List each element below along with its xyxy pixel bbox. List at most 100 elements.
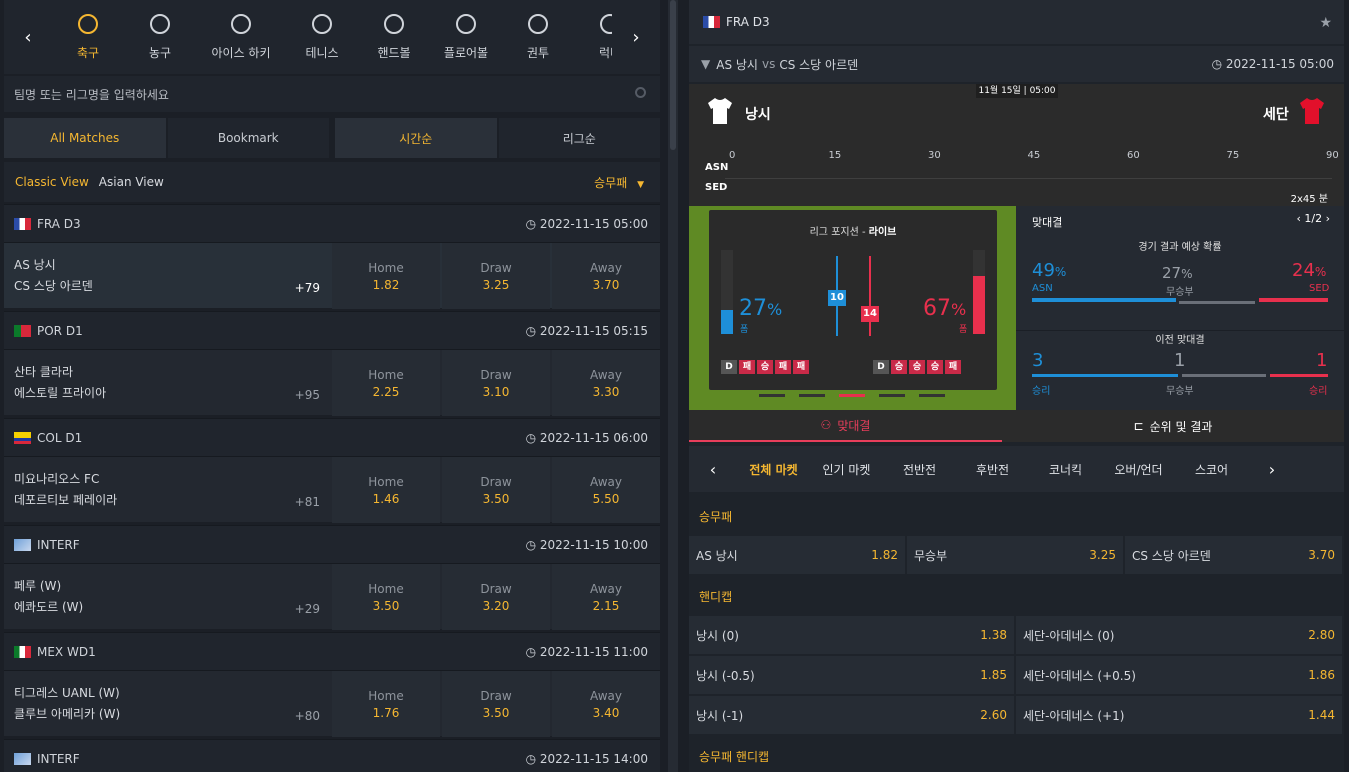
wdl-odd[interactable]: AS 낭시 1.82 [689, 536, 905, 574]
match-row[interactable]: AS 낭시 CS 스당 아르덴 +79 Home 1.82 Draw 3.25 Away 3.7… [4, 242, 660, 309]
sport-0[interactable]: 축구 [52, 0, 124, 74]
home-jersey-icon [708, 98, 732, 124]
market-tab-5[interactable]: 오버/언더 [1102, 461, 1175, 478]
search-input[interactable]: 팀명 또는 리그명을 입력하세요 [4, 76, 660, 112]
odd-draw[interactable]: Draw 3.50 [442, 671, 550, 737]
match-row[interactable]: 티그레스 UANL (W) 클루브 아메리카 (W) +80 Home 1.76 Draw… [4, 670, 660, 737]
market-tab-2[interactable]: 전반전 [883, 461, 956, 478]
sport-items: 축구 농구 아이스 하키 테니스 핸드볼 플로어볼 권투 럭비 [52, 0, 612, 74]
league-header: INTERF ◷ 2022-11-15 14:00 [4, 739, 660, 772]
pager-next-icon[interactable]: › [1322, 212, 1330, 225]
tab-standings[interactable]: ⊏ 순위 및 결과 [1002, 410, 1344, 442]
page-dot-active[interactable] [839, 394, 865, 397]
wdl-odd[interactable]: CS 스당 아르덴 3.70 [1125, 536, 1342, 574]
odd-value: 3.25 [482, 277, 510, 292]
prob-draw-sign: % [1181, 267, 1193, 281]
more-markets[interactable]: +95 [295, 388, 320, 402]
market-prev-button[interactable]: ‹ [689, 460, 737, 479]
more-markets[interactable]: +29 [295, 602, 320, 616]
match-teams[interactable]: 페루 (W) 에콰도르 (W) [4, 564, 330, 630]
odd-label: Home [368, 367, 404, 382]
league-time-text: 2022-11-15 06:00 [539, 430, 648, 445]
page-dot[interactable] [879, 394, 905, 397]
odd-home[interactable]: Home 1.82 [332, 243, 440, 309]
sport-4[interactable]: 핸드볼 [358, 0, 430, 74]
sport-1[interactable]: 농구 [124, 0, 196, 74]
odd-draw[interactable]: Draw 3.20 [442, 564, 550, 630]
away-rank-gauge [869, 256, 871, 336]
market-tab-1[interactable]: 인기 마켓 [810, 461, 883, 478]
wdl-odd[interactable]: 무승부 3.25 [907, 536, 1123, 574]
classic-view-toggle[interactable]: Classic View [15, 175, 89, 189]
match-teams[interactable]: 티그레스 UANL (W) 클루브 아메리카 (W) [4, 671, 330, 737]
more-markets[interactable]: +79 [295, 281, 320, 295]
away-rank: 14 [861, 306, 879, 322]
page-dot[interactable] [799, 394, 825, 397]
match-row[interactable]: 산타 클라라 에스토릴 프라이아 +95 Home 2.25 Draw 3.10 Away 3.… [4, 349, 660, 416]
scrollbar-thumb[interactable] [670, 0, 676, 150]
tab-sort-time[interactable]: 시간순 [335, 118, 497, 158]
handicap-odd[interactable]: 낭시 (-0.5) 1.85 [689, 656, 1014, 694]
odd-away[interactable]: Away 5.50 [552, 457, 660, 523]
market-tab-4[interactable]: 코너킥 [1029, 461, 1102, 478]
odd-value: 1.76 [372, 705, 400, 720]
odd-draw[interactable]: Draw 3.10 [442, 350, 550, 416]
match-teams[interactable]: 미요나리오스 FC 데포르티보 페레이라 [4, 457, 330, 523]
bookmark-star-icon[interactable]: ★ [1319, 15, 1332, 31]
odd-home[interactable]: Home 1.76 [332, 671, 440, 737]
clock-icon: ◷ [525, 644, 540, 659]
league-time: ◷ 2022-11-15 10:00 [526, 538, 648, 552]
match-teams[interactable]: AS 낭시 CS 스당 아르덴 [4, 243, 330, 309]
odd-value: 1.85 [980, 668, 1007, 682]
form-badge: 승 [891, 360, 907, 374]
handicap-odd[interactable]: 세단-아데네스 (+1) 1.44 [1016, 696, 1342, 734]
sport-7[interactable]: 럭비 [574, 0, 612, 74]
search-icon[interactable] [635, 87, 646, 98]
sport-2[interactable]: 아이스 하키 [196, 0, 286, 74]
odd-home[interactable]: Home 3.50 [332, 564, 440, 630]
more-markets[interactable]: +81 [295, 495, 320, 509]
odd-away[interactable]: Away 3.40 [552, 671, 660, 737]
timeline-row-home: ASN [705, 162, 729, 173]
market-select[interactable]: 승무패 ▼ [594, 174, 644, 191]
sport-6[interactable]: 권투 [502, 0, 574, 74]
tab-sort-league[interactable]: 리그순 [498, 118, 660, 158]
scrollbar[interactable] [668, 0, 678, 772]
sport-5[interactable]: 플로어볼 [430, 0, 502, 74]
odd-draw[interactable]: Draw 3.25 [442, 243, 550, 309]
h2h-pager[interactable]: ‹ 1/2 › [1296, 212, 1330, 225]
handball-icon [384, 13, 404, 34]
odd-home[interactable]: Home 2.25 [332, 350, 440, 416]
match-teams[interactable]: 산타 클라라 에스토릴 프라이아 [4, 350, 330, 416]
tab-all-matches[interactable]: All Matches [4, 118, 166, 158]
odd-name: 낭시 (0) [696, 628, 739, 643]
odd-label: Away [590, 367, 622, 382]
more-markets[interactable]: +80 [295, 709, 320, 723]
asian-view-toggle[interactable]: Asian View [99, 175, 164, 189]
handicap-odd[interactable]: 세단-아데네스 (+0.5) 1.86 [1016, 656, 1342, 694]
prob-away-sign: % [1314, 265, 1327, 279]
page-dot[interactable] [759, 394, 785, 397]
match-row[interactable]: 미요나리오스 FC 데포르티보 페레이라 +81 Home 1.46 Draw 3.50 Aw… [4, 456, 660, 523]
market-tab-6[interactable]: 스코어 [1175, 461, 1248, 478]
market-tab-0[interactable]: 전체 마켓 [737, 461, 810, 478]
odd-away[interactable]: Away 3.30 [552, 350, 660, 416]
odd-away[interactable]: Away 2.15 [552, 564, 660, 630]
tab-bookmark[interactable]: Bookmark [167, 118, 329, 158]
sport-prev-button[interactable]: ‹ [4, 0, 52, 74]
sport-3[interactable]: 테니스 [286, 0, 358, 74]
market-tab-3[interactable]: 후반전 [956, 461, 1029, 478]
sport-next-button[interactable]: › [612, 0, 660, 74]
odd-home[interactable]: Home 1.46 [332, 457, 440, 523]
handicap-odd[interactable]: 낭시 (0) 1.38 [689, 616, 1014, 654]
match-row[interactable]: 페루 (W) 에콰도르 (W) +29 Home 3.50 Draw 3.20 Away 2.1… [4, 563, 660, 630]
handicap-odd[interactable]: 낭시 (-1) 2.60 [689, 696, 1014, 734]
odd-away[interactable]: Away 3.70 [552, 243, 660, 309]
handicap-odd[interactable]: 세단-아데네스 (0) 2.80 [1016, 616, 1342, 654]
market-next-button[interactable]: › [1248, 460, 1296, 479]
odd-draw[interactable]: Draw 3.50 [442, 457, 550, 523]
league-time: ◷ 2022-11-15 11:00 [526, 645, 648, 659]
page-dot[interactable] [919, 394, 945, 397]
odd-value: 3.50 [482, 491, 510, 506]
tab-h2h[interactable]: ⚇ 맞대결 [689, 410, 1002, 442]
